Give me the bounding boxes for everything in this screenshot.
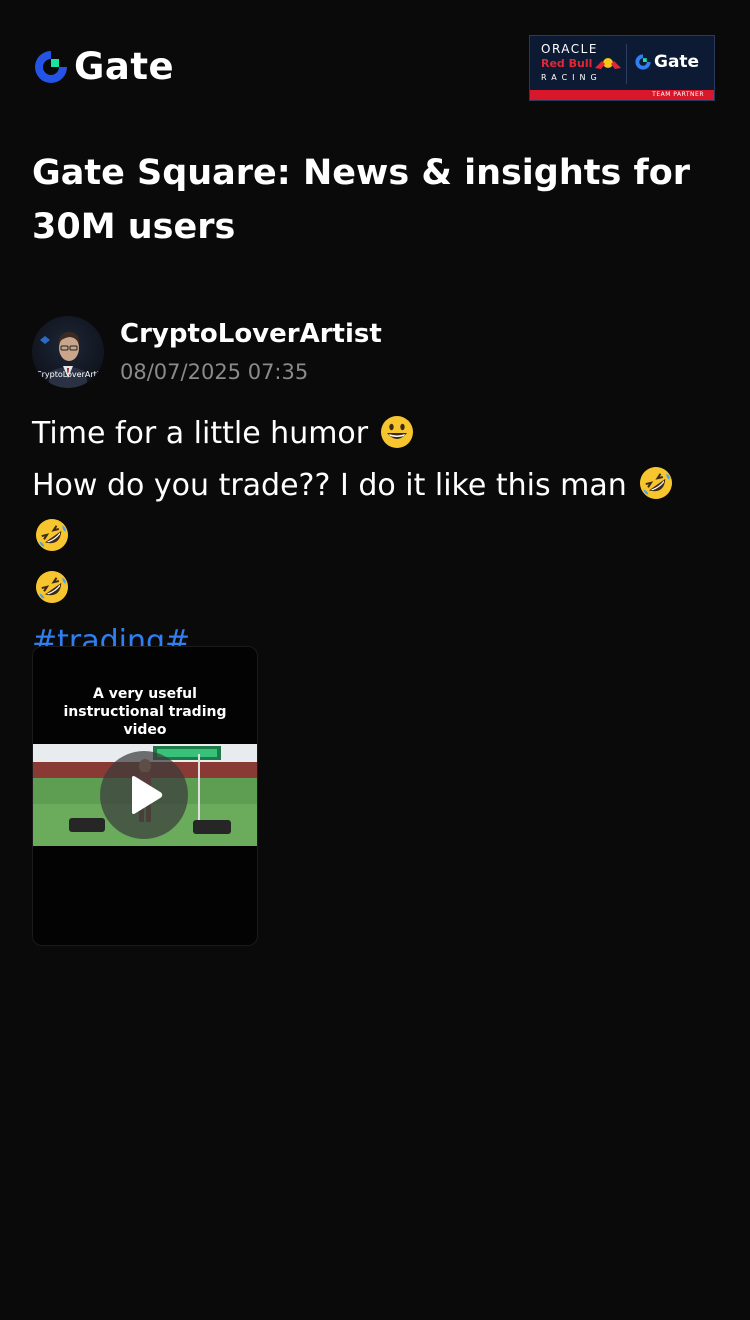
team-partner-strip: TEAM PARTNER <box>530 90 714 100</box>
video-thumbnail[interactable]: A very useful instructional trading vide… <box>32 646 258 946</box>
play-icon <box>132 776 163 814</box>
page-title: Gate Square: News & insights for 30M use… <box>32 153 691 247</box>
gate-small-icon <box>635 54 651 70</box>
gate-logo-icon <box>35 51 67 83</box>
video-caption: A very useful instructional trading vide… <box>63 686 227 738</box>
post-timestamp: 08/07/2025 07:35 <box>120 360 309 384</box>
grinning-face-icon <box>380 416 413 448</box>
partner-gate-text: Gate <box>654 52 700 72</box>
post-line-1: Time for a little humor <box>32 408 718 460</box>
post-line-2-text: How do you trade?? I do it like this man <box>32 468 627 503</box>
oracle-wordmark: ORACLE <box>541 42 598 56</box>
partner-divider <box>626 44 627 84</box>
post-body: Time for a little humor How do you trade… <box>32 408 718 668</box>
rolling-on-floor-laughing-icon <box>36 571 68 603</box>
redbull-wordmark: Red Bull <box>541 57 593 70</box>
avatar-label: CryptoLoverArtist <box>36 370 100 379</box>
rolling-on-floor-laughing-icon <box>640 467 673 499</box>
post-line-2: How do you trade?? I do it like this man <box>32 460 718 564</box>
gate-logo[interactable]: Gate <box>32 46 174 88</box>
partner-gate-logo: Gate <box>634 50 699 74</box>
gate-logo-text: Gate <box>74 45 175 88</box>
header: Gate ORACLE Red Bull RACING Gate TEAM PA… <box>0 0 750 130</box>
red-bull-icon <box>595 58 621 69</box>
avatar[interactable]: CryptoLoverArtist <box>32 316 104 388</box>
play-button[interactable] <box>100 751 188 839</box>
oracle-redbull-racing-logo: ORACLE Red Bull RACING <box>538 42 630 90</box>
team-partner-label: TEAM PARTNER <box>652 91 704 98</box>
author-name[interactable]: CryptoLoverArtist <box>120 316 382 352</box>
post-line-3 <box>32 564 718 616</box>
rolling-on-floor-laughing-icon <box>36 519 68 551</box>
racing-wordmark: RACING <box>541 73 602 82</box>
post-line-1-text: Time for a little humor <box>32 416 369 451</box>
team-partner-badge: ORACLE Red Bull RACING Gate TEAM PARTNER <box>529 35 715 101</box>
